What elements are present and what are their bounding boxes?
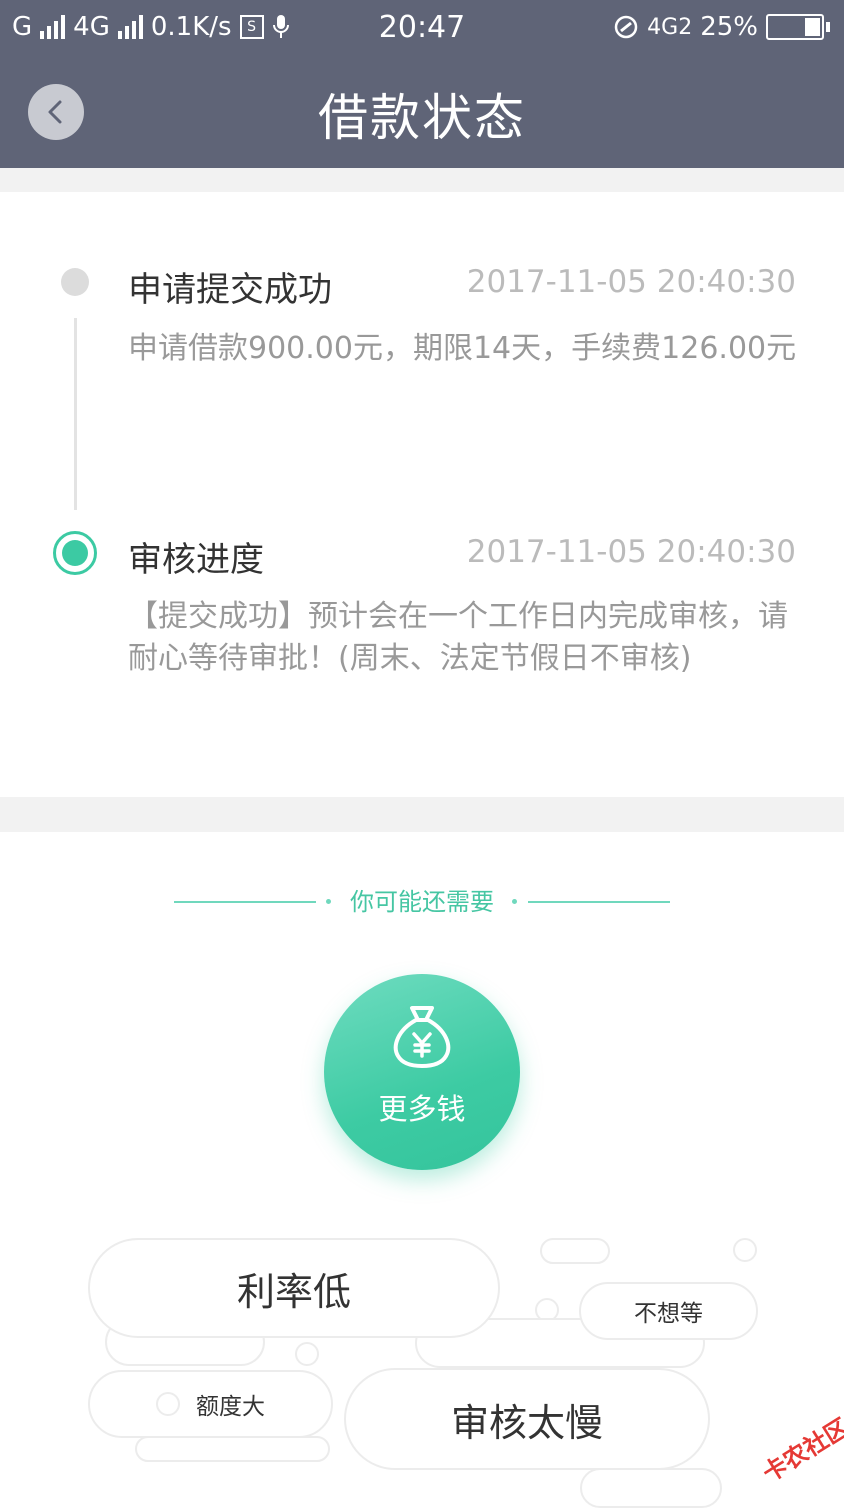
rotation-lock-icon: [614, 15, 638, 39]
section-divider: [0, 797, 844, 832]
watermark: 卡农社区: [757, 1413, 844, 1488]
decor-circle: [733, 1238, 757, 1262]
decor-bubble: [135, 1436, 330, 1462]
step-time: 2017-11-05 20:40:30: [466, 264, 796, 300]
step-description: 【提交成功】预计会在一个工作日内完成审核，请耐心等待审批！(周末、法定节假日不审…: [128, 599, 788, 676]
more-money-label: 更多钱: [378, 1092, 466, 1126]
heading-dot: [512, 899, 517, 904]
step-done-dot-icon: [61, 268, 89, 296]
status-bar: G 4G 0.1K/s S 20:47 4G2 25%: [0, 0, 844, 60]
step-title: 申请提交成功: [128, 270, 332, 310]
decor-bubble: [540, 1238, 610, 1264]
battery-fill: [804, 18, 820, 36]
app-header: G 4G 0.1K/s S 20:47 4G2 25% 借款状态: [0, 0, 844, 168]
section-divider: [0, 168, 844, 192]
tag-no-wait[interactable]: 不想等: [579, 1282, 758, 1340]
tag-high-limit-label: 额度大: [196, 1394, 265, 1420]
decor-bubble: [580, 1468, 722, 1508]
network-type: 4G2: [647, 14, 693, 40]
recommend-heading: 你可能还需要: [0, 884, 844, 920]
tag-high-limit[interactable]: 额度大: [88, 1370, 333, 1438]
step-active-dot-icon: [53, 531, 97, 575]
battery-icon: [766, 14, 830, 40]
recommend-heading-text: 你可能还需要: [350, 888, 494, 916]
step-time: 2017-11-05 20:40:30: [466, 534, 796, 570]
step-description: 申请借款900.00元，期限14天，手续费126.00元: [128, 331, 797, 366]
money-bag-icon: [393, 1006, 451, 1068]
tag-circle-icon: [156, 1392, 180, 1416]
battery-percent: 25%: [700, 12, 758, 42]
page-title: 借款状态: [318, 89, 526, 147]
step-title: 审核进度: [128, 540, 264, 580]
tag-low-interest[interactable]: 利率低: [88, 1238, 500, 1338]
timeline-connector: [74, 318, 77, 510]
heading-line-right: [528, 901, 670, 903]
status-right: 4G2 25%: [613, 12, 830, 42]
tag-review-slow[interactable]: 审核太慢: [344, 1368, 710, 1470]
decor-circle: [295, 1342, 319, 1366]
more-money-button[interactable]: 更多钱: [324, 974, 520, 1170]
